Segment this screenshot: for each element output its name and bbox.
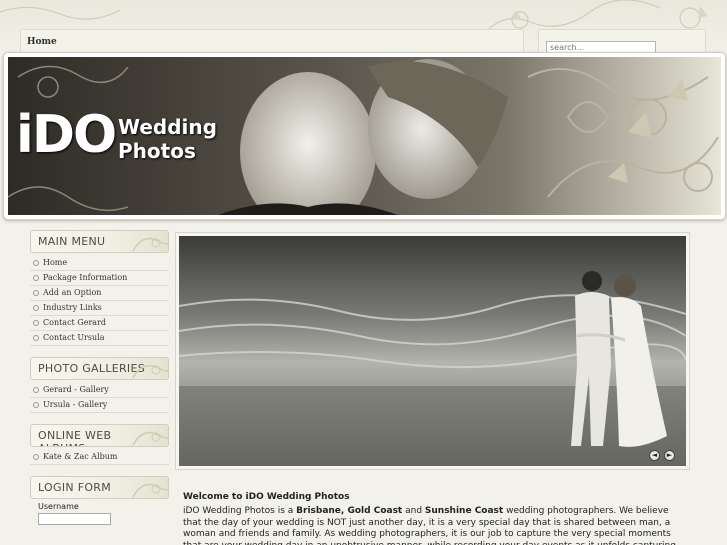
slideshow: ◄ ►	[175, 232, 690, 470]
menu-item-label: Contact Gerard	[43, 318, 106, 327]
header-banner: iDO Wedding Photos	[3, 52, 726, 220]
menu-item-label: Contact Ursula	[43, 333, 105, 342]
menu-item-package-information[interactable]: Package Information	[30, 271, 169, 286]
menu-item-label: Kate & Zac Album	[43, 452, 118, 461]
username-label: Username	[38, 502, 79, 511]
content-paragraph: iDO Wedding Photos is a Brisbane, Gold C…	[183, 506, 683, 545]
photo-galleries-list: Gerard - Gallery Ursula - Gallery	[30, 383, 169, 413]
title-ornament-icon	[132, 362, 168, 379]
menu-item-label: Add an Option	[43, 288, 102, 297]
main-content: Welcome to iDO Wedding Photos iDO Weddin…	[183, 492, 683, 545]
logo-ido: iDO	[16, 105, 117, 165]
bullet-icon	[33, 275, 39, 281]
menu-item-label: Ursula - Gallery	[43, 400, 108, 409]
bullet-icon	[33, 454, 39, 460]
bullet-icon	[33, 387, 39, 393]
prev-slide-button[interactable]: ◄	[649, 450, 660, 461]
photo-galleries-title: PHOTO GALLERIES	[30, 357, 169, 380]
menu-item-label: Package Information	[43, 273, 128, 282]
login-form-title-text: LOGIN FORM	[38, 481, 112, 494]
bold-gold-coast: Gold Coast	[347, 506, 403, 517]
main-menu-list: Home Package Information Add an Option I…	[30, 256, 169, 346]
bullet-icon	[33, 290, 39, 296]
menu-item-contact-ursula[interactable]: Contact Ursula	[30, 331, 169, 346]
title-ornament-icon	[132, 235, 168, 252]
menu-item-label: Industry Links	[43, 303, 102, 312]
bullet-icon	[33, 335, 39, 341]
header-photo: iDO Wedding Photos	[8, 57, 721, 215]
logo-subtitle: Wedding Photos	[118, 115, 217, 163]
menu-item-label: Home	[43, 258, 68, 267]
menu-item-gerard-gallery[interactable]: Gerard - Gallery	[30, 383, 169, 398]
bold-sunshine-coast: Sunshine Coast	[424, 506, 504, 517]
login-form-title: LOGIN FORM	[30, 476, 169, 499]
main-menu-title: MAIN MENU	[30, 230, 169, 253]
logo-line-photos: Photos	[118, 139, 196, 163]
content-heading: Welcome to iDO Wedding Photos	[183, 492, 350, 502]
bullet-icon	[33, 402, 39, 408]
menu-item-home[interactable]: Home	[30, 256, 169, 271]
menu-item-kate-zac-album[interactable]: Kate & Zac Album	[30, 450, 169, 465]
menu-item-ursula-gallery[interactable]: Ursula - Gallery	[30, 398, 169, 413]
online-albums-title-text: ONLINE WEB ALBUMS	[38, 429, 112, 446]
title-ornament-icon	[132, 481, 168, 498]
beach-scene-image	[179, 236, 686, 466]
menu-item-label: Gerard - Gallery	[43, 385, 109, 394]
bullet-icon	[33, 305, 39, 311]
title-ornament-icon	[132, 429, 168, 446]
menu-item-contact-gerard[interactable]: Contact Gerard	[30, 316, 169, 331]
online-albums-list: Kate & Zac Album	[30, 450, 169, 465]
next-slide-button[interactable]: ►	[664, 450, 675, 461]
online-albums-title: ONLINE WEB ALBUMS	[30, 424, 169, 447]
logo-line-wedding: Wedding	[118, 115, 217, 139]
bold-brisbane: Brisbane	[296, 506, 341, 517]
bullet-icon	[33, 260, 39, 266]
text-span: and	[402, 506, 425, 517]
beach-couple-image: ◄ ►	[179, 236, 686, 466]
bullet-icon	[33, 320, 39, 326]
breadcrumb-home-link[interactable]: Home	[27, 37, 57, 47]
search-module	[538, 29, 706, 54]
username-input[interactable]	[38, 513, 111, 525]
main-menu-title-text: MAIN MENU	[38, 235, 106, 248]
left-sidebar: MAIN MENU Home Package Information Add a…	[30, 230, 169, 525]
menu-item-add-an-option[interactable]: Add an Option	[30, 286, 169, 301]
menu-item-industry-links[interactable]: Industry Links	[30, 301, 169, 316]
text-span: iDO Wedding Photos is a	[183, 506, 297, 517]
breadcrumb: Home	[20, 29, 524, 53]
